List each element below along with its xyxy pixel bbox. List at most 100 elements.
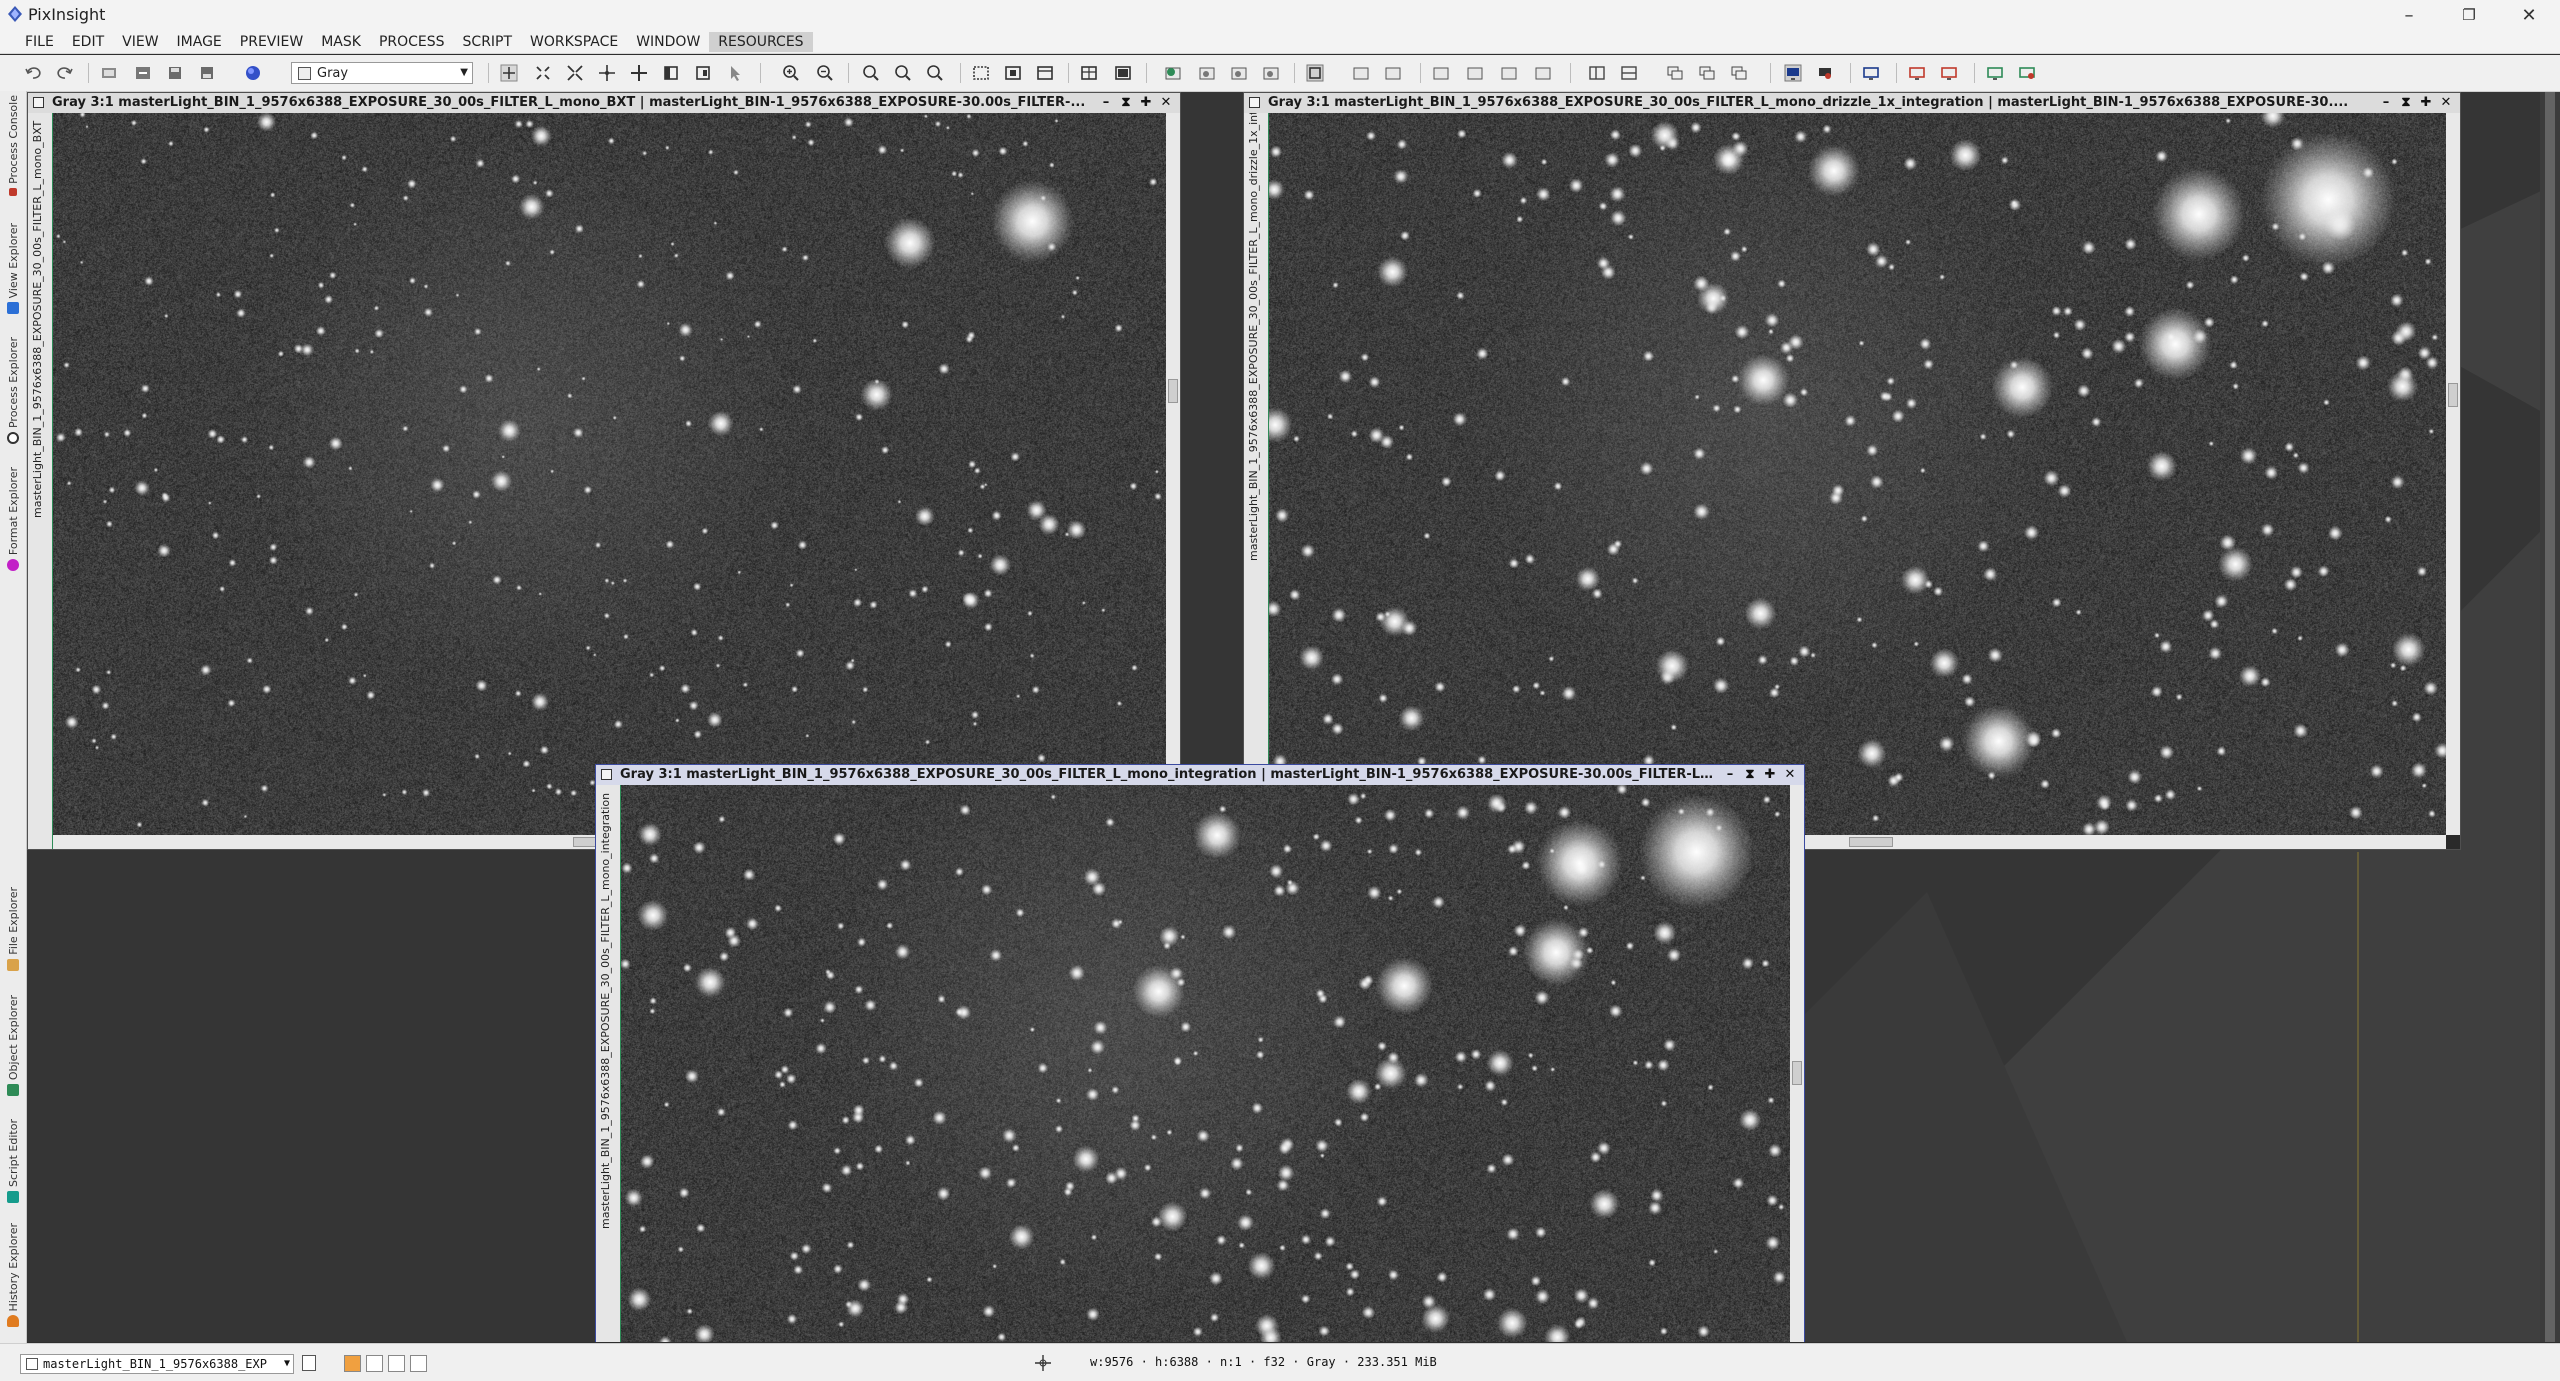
export-button[interactable] [1986, 64, 2004, 82]
dock-tab-format-explorer[interactable]: Format Explorer [0, 467, 26, 572]
zoom-in-button[interactable] [782, 64, 800, 82]
workspace-button-2[interactable] [1466, 64, 1484, 82]
mask-show-button[interactable] [1080, 64, 1098, 82]
readout-mode-button[interactable] [500, 64, 518, 82]
menu-resources[interactable]: RESOURCES [709, 31, 813, 52]
record-button-2[interactable] [1940, 64, 1958, 82]
window-maximize-button[interactable]: ✚ [1760, 765, 1780, 785]
image-window-bxt[interactable]: Gray 3:1 masterLight_BIN_1_9576x6388_EXP… [27, 92, 1181, 850]
export-settings-button[interactable] [2018, 64, 2036, 82]
window-title-bar[interactable]: Gray 3:1 masterLight_BIN_1_9576x6388_EXP… [596, 765, 1804, 785]
pan-mode-button[interactable] [598, 64, 616, 82]
redo-button[interactable] [56, 64, 74, 82]
tile-button-2[interactable] [1620, 64, 1638, 82]
zoom-fit-button[interactable] [534, 64, 552, 82]
open-file-button[interactable] [134, 64, 152, 82]
close-app-button[interactable]: ✕ [2500, 0, 2558, 30]
menu-view[interactable]: VIEW [113, 32, 167, 52]
window-shade-button[interactable]: – [2376, 93, 2396, 113]
vertical-scrollbar[interactable] [2446, 113, 2460, 835]
process-button-2[interactable] [1198, 64, 1216, 82]
fit-view-button[interactable] [662, 64, 680, 82]
view-id-tab[interactable]: masterLight_BIN_1_9576x6388_EXPOSURE_30_… [28, 113, 54, 849]
move-button[interactable] [630, 64, 648, 82]
menu-window[interactable]: WINDOW [627, 32, 709, 52]
window-iconize-button[interactable]: ⧗ [1116, 93, 1136, 113]
menu-image[interactable]: IMAGE [168, 32, 231, 52]
vertical-scrollbar[interactable] [1166, 113, 1180, 835]
image-canvas[interactable] [1269, 113, 2446, 835]
cascade-button-3[interactable] [1730, 64, 1748, 82]
window-shade-button[interactable]: – [1096, 93, 1116, 113]
window-title-bar[interactable]: Gray 3:1 masterLight_BIN_1_9576x6388_EXP… [28, 93, 1180, 113]
pointer-button[interactable] [726, 64, 744, 82]
script-button[interactable] [1306, 64, 1324, 82]
workspace-button-4[interactable] [1534, 64, 1552, 82]
edit-preview-button[interactable] [1036, 64, 1054, 82]
dock-tab-view-explorer[interactable]: View Explorer [0, 223, 26, 315]
image-window-drizzle[interactable]: Gray 3:1 masterLight_BIN_1_9576x6388_EXP… [1243, 92, 2461, 850]
zoom-1-1-button[interactable] [862, 64, 880, 82]
window-close-button[interactable]: ✕ [2436, 93, 2456, 113]
window-menu-icon[interactable] [601, 769, 612, 780]
save-as-button[interactable] [198, 64, 216, 82]
window-title-bar[interactable]: Gray 3:1 masterLight_BIN_1_9576x6388_EXP… [1244, 93, 2460, 113]
window-iconize-button[interactable]: ⧗ [2396, 93, 2416, 113]
window-iconize-button[interactable]: ⧗ [1740, 765, 1760, 785]
menu-file[interactable]: FILE [16, 32, 63, 52]
window-menu-icon[interactable] [1249, 97, 1260, 108]
minimize-button[interactable]: – [2380, 0, 2438, 30]
menu-workspace[interactable]: WORKSPACE [521, 32, 627, 52]
vertical-scroll-thumb[interactable] [1168, 379, 1178, 403]
color-management-button[interactable] [244, 64, 262, 82]
vertical-scroll-thumb[interactable] [2448, 383, 2458, 407]
cascade-button-2[interactable] [1698, 64, 1716, 82]
channel-button-3[interactable] [388, 1355, 405, 1372]
tile-button-1[interactable] [1588, 64, 1606, 82]
process-button-1[interactable] [1164, 64, 1182, 82]
channel-button-4[interactable] [410, 1355, 427, 1372]
image-window-integration[interactable]: Gray 3:1 masterLight_BIN_1_9576x6388_EXP… [595, 764, 1805, 1342]
window-menu-icon[interactable] [33, 97, 44, 108]
zoom-out-button[interactable] [816, 64, 834, 82]
window-close-button[interactable]: ✕ [1156, 93, 1176, 113]
process-button-4[interactable] [1262, 64, 1280, 82]
dock-tab-script-editor[interactable]: Script Editor [0, 1119, 26, 1203]
zoom-1-2-button[interactable] [894, 64, 912, 82]
window-maximize-button[interactable]: ✚ [2416, 93, 2436, 113]
channel-button-1[interactable] [344, 1355, 361, 1372]
view-id-tab[interactable]: masterLight_BIN_1_9576x6388_EXPOSURE_30_… [596, 785, 622, 1342]
restore-button[interactable]: ❐ [2440, 0, 2498, 30]
preview-button[interactable] [972, 64, 990, 82]
menu-preview[interactable]: PREVIEW [231, 32, 312, 52]
screen-button[interactable] [1862, 64, 1880, 82]
new-preview-button[interactable] [1004, 64, 1022, 82]
view-selector[interactable]: masterLight_BIN_1_9576x6388_EXP ▼ [20, 1354, 294, 1374]
save-button[interactable] [166, 64, 184, 82]
menu-mask[interactable]: MASK [312, 32, 370, 52]
cascade-button-1[interactable] [1666, 64, 1684, 82]
display-button[interactable] [1784, 64, 1802, 82]
display-settings-button[interactable] [1816, 64, 1834, 82]
image-canvas[interactable] [53, 113, 1166, 835]
menu-edit[interactable]: EDIT [63, 32, 113, 52]
vertical-scrollbar[interactable] [1790, 785, 1804, 1342]
menu-script[interactable]: SCRIPT [454, 32, 522, 52]
dock-tab-process-explorer[interactable]: Process Explorer [0, 337, 26, 445]
clone-view-button[interactable] [694, 64, 712, 82]
zoom-out-fit-button[interactable] [566, 64, 584, 82]
workspace-button-3[interactable] [1500, 64, 1518, 82]
new-image-button[interactable] [100, 64, 118, 82]
dock-tab-process-console[interactable]: Process Console [0, 95, 26, 196]
colorspace-select[interactable]: Gray ▼ [291, 62, 473, 84]
window-shade-button[interactable]: – [1720, 765, 1740, 785]
channel-button-2[interactable] [366, 1355, 383, 1372]
view-id-tab[interactable]: masterLight_BIN_1_9576x6388_EXPOSURE_30_… [1244, 113, 1270, 849]
process-button-3[interactable] [1230, 64, 1248, 82]
window-close-button[interactable]: ✕ [1780, 765, 1800, 785]
dock-tab-object-explorer[interactable]: Object Explorer [0, 995, 26, 1097]
record-button-1[interactable] [1908, 64, 1926, 82]
workspace-button-1[interactable] [1432, 64, 1450, 82]
vertical-scroll-thumb[interactable] [1792, 1061, 1802, 1085]
mask-enable-button[interactable] [1114, 64, 1132, 82]
